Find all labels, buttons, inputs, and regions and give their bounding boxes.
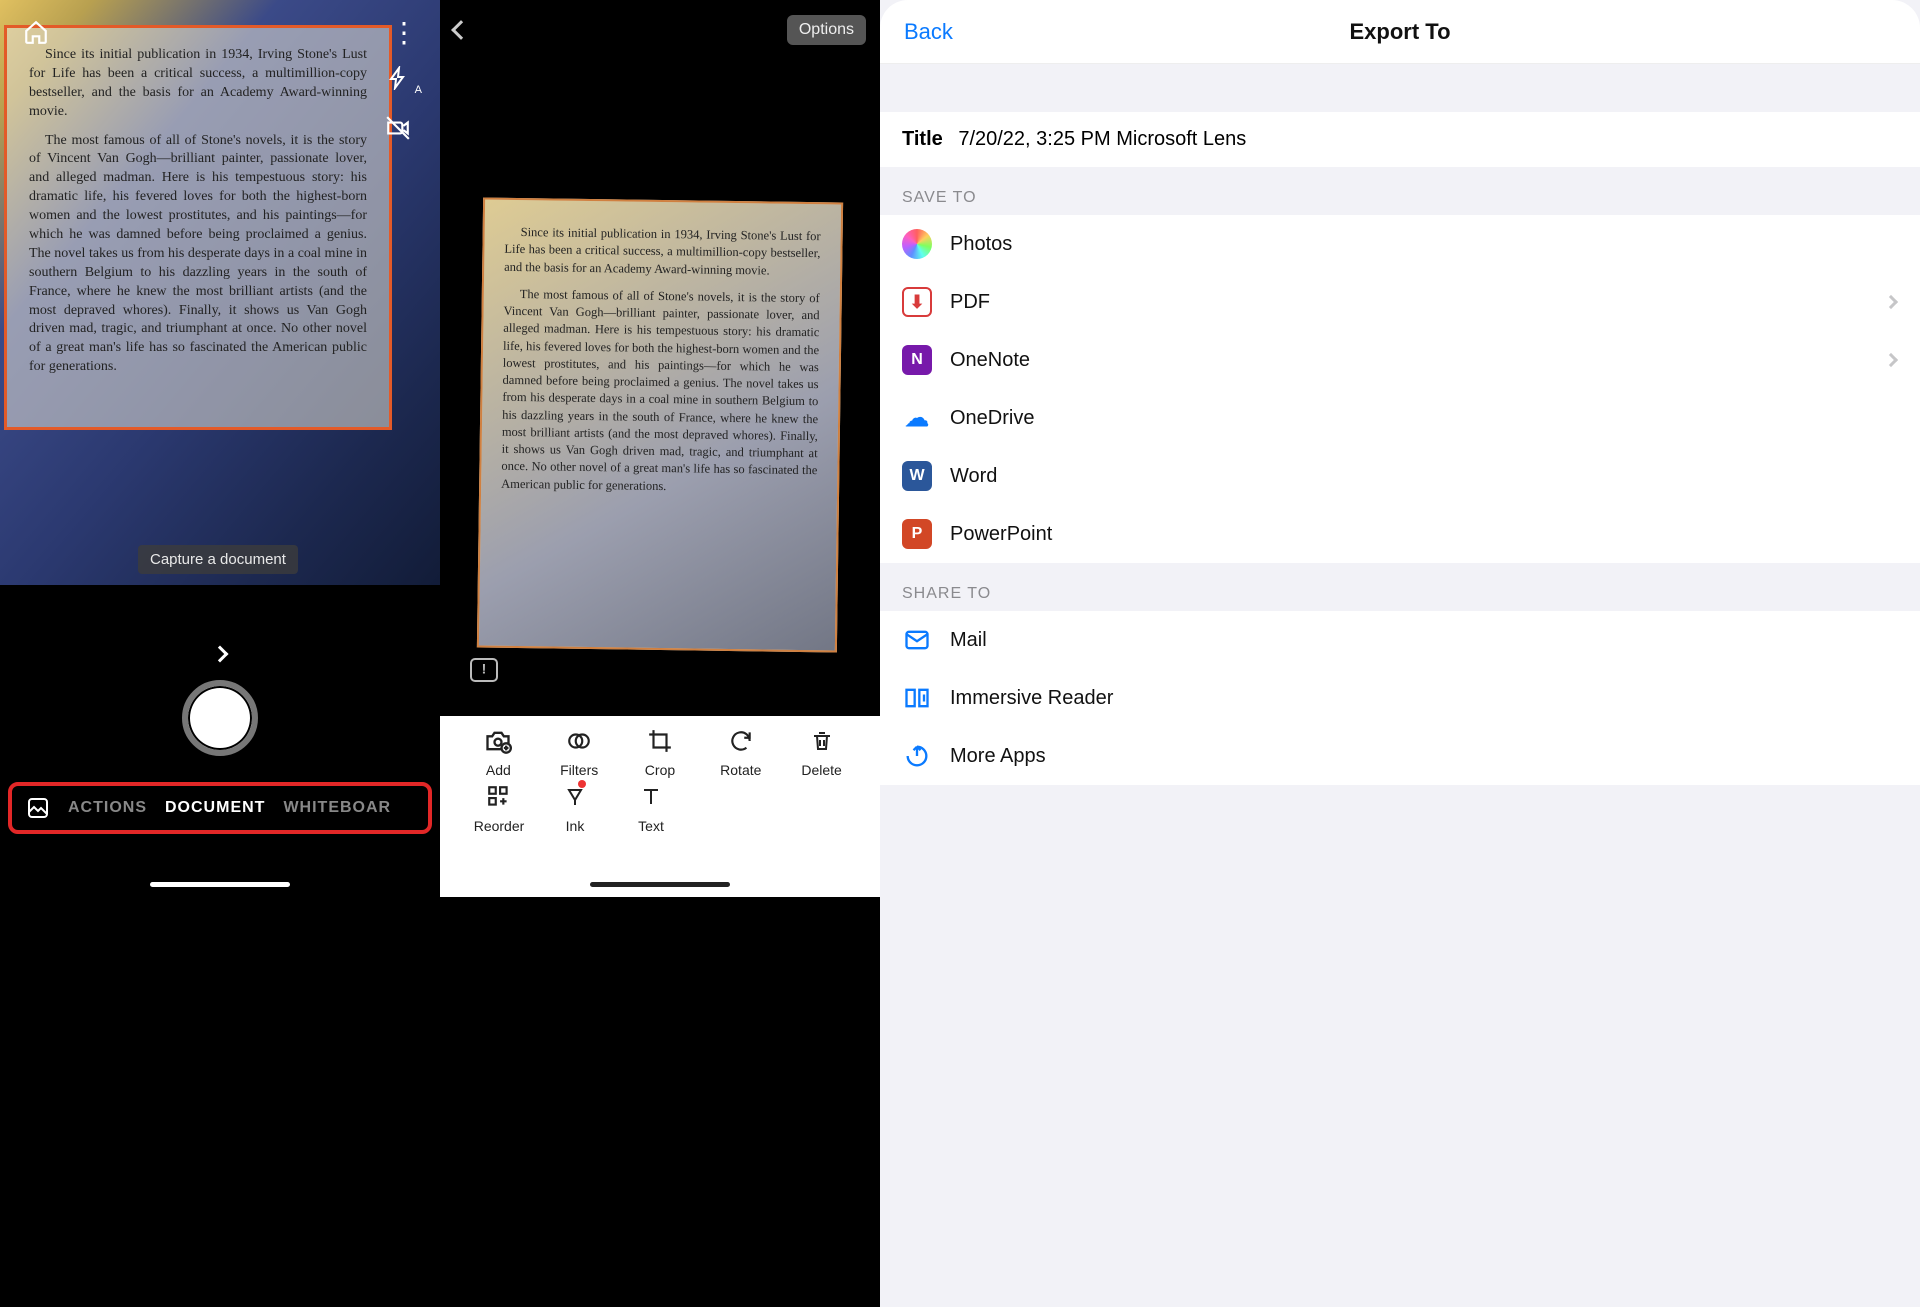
camera-off-icon[interactable]: [382, 112, 414, 144]
tool-add[interactable]: Add: [463, 726, 533, 778]
tool-label: Add: [486, 762, 511, 778]
onenote-icon: N: [902, 345, 932, 375]
mode-actions[interactable]: ACTIONS: [68, 799, 147, 817]
chevron-right-icon: [1884, 353, 1898, 367]
tool-label: Reorder: [474, 818, 525, 834]
camera-preview: Since its initial publication in 1934, I…: [0, 0, 440, 585]
row-label: OneNote: [950, 349, 1030, 372]
capture-mode-bar: ACTIONS DOCUMENT WHITEBOAR: [8, 782, 432, 834]
back-icon[interactable]: [451, 20, 471, 40]
mail-icon: [902, 625, 932, 655]
export-screen: Back Export To Title 7/20/22, 3:25 PM Mi…: [880, 0, 1920, 1307]
tool-filters[interactable]: Filters: [544, 726, 614, 778]
camera-capture-screen: Since its initial publication in 1934, I…: [0, 0, 440, 1307]
row-onenote[interactable]: N OneNote: [880, 331, 1920, 389]
row-word[interactable]: W Word: [880, 447, 1920, 505]
nav-bar: Back Export To: [880, 0, 1920, 64]
mode-document[interactable]: DOCUMENT: [165, 799, 265, 817]
options-button[interactable]: Options: [787, 15, 866, 45]
camera-plus-icon: [483, 726, 513, 756]
chevron-right-icon: [1884, 295, 1898, 309]
photos-icon: [902, 229, 932, 259]
row-powerpoint[interactable]: P PowerPoint: [880, 505, 1920, 563]
scanned-page-preview[interactable]: Since its initial publication in 1934, I…: [477, 198, 843, 653]
tool-label: Crop: [645, 762, 675, 778]
edit-toolbar: Add Filters Crop Rotate Delete Reor: [440, 716, 880, 897]
title-label: Title: [902, 128, 943, 150]
share-to-list: Mail Immersive Reader More Apps: [880, 611, 1920, 785]
text-icon: [636, 782, 666, 812]
tool-text[interactable]: Text: [616, 782, 686, 834]
capture-hint: Capture a document: [138, 545, 298, 574]
chevron-up-icon[interactable]: [212, 646, 229, 663]
tool-label: Delete: [801, 762, 841, 778]
row-label: PowerPoint: [950, 523, 1052, 546]
home-indicator: [150, 882, 290, 887]
row-label: Photos: [950, 233, 1012, 256]
scanned-paragraph-2: The most famous of all of Stone's novels…: [501, 286, 820, 497]
row-label: More Apps: [950, 745, 1046, 768]
row-pdf[interactable]: ⬇ PDF: [880, 273, 1920, 331]
ink-icon: [560, 782, 590, 812]
back-button[interactable]: Back: [904, 19, 953, 45]
mode-whiteboard[interactable]: WHITEBOAR: [283, 799, 391, 817]
flash-icon[interactable]: A: [382, 62, 414, 94]
scanned-paragraph-1: Since its initial publication in 1934, I…: [504, 224, 821, 280]
document-detection-frame: Since its initial publication in 1934, I…: [4, 25, 392, 430]
home-indicator: [590, 882, 730, 887]
immersive-reader-icon: [902, 683, 932, 713]
word-icon: W: [902, 461, 932, 491]
title-value: 7/20/22, 3:25 PM Microsoft Lens: [958, 128, 1246, 150]
row-label: Immersive Reader: [950, 687, 1113, 710]
rotate-icon: [726, 726, 756, 756]
row-label: PDF: [950, 291, 990, 314]
powerpoint-icon: P: [902, 519, 932, 549]
row-photos[interactable]: Photos: [880, 215, 1920, 273]
tool-crop[interactable]: Crop: [625, 726, 695, 778]
share-icon: [902, 741, 932, 771]
section-share-to: SHARE TO: [880, 563, 1920, 611]
tool-delete[interactable]: Delete: [787, 726, 857, 778]
row-mail[interactable]: Mail: [880, 611, 1920, 669]
gallery-icon[interactable]: [26, 796, 50, 820]
row-label: Mail: [950, 629, 987, 652]
row-onedrive[interactable]: ☁ OneDrive: [880, 389, 1920, 447]
section-save-to: SAVE TO: [880, 167, 1920, 215]
row-label: OneDrive: [950, 407, 1034, 430]
shutter-button[interactable]: [182, 680, 258, 756]
crop-icon: [645, 726, 675, 756]
row-label: Word: [950, 465, 997, 488]
tool-rotate[interactable]: Rotate: [706, 726, 776, 778]
tool-ink[interactable]: Ink: [540, 782, 610, 834]
scanned-paragraph-2: The most famous of all of Stone's novels…: [29, 132, 367, 378]
edit-scan-screen: Options Since its initial publication in…: [440, 0, 880, 1307]
save-to-list: Photos ⬇ PDF N OneNote ☁ OneDrive W Word…: [880, 215, 1920, 563]
more-icon[interactable]: ⋮: [388, 16, 420, 48]
filters-icon: [564, 726, 594, 756]
page-title: Export To: [1349, 19, 1450, 45]
reorder-icon: [484, 782, 514, 812]
pdf-icon: ⬇: [902, 287, 932, 317]
row-more-apps[interactable]: More Apps: [880, 727, 1920, 785]
row-immersive-reader[interactable]: Immersive Reader: [880, 669, 1920, 727]
tool-label: Rotate: [720, 762, 761, 778]
onedrive-icon: ☁: [902, 403, 932, 433]
tool-reorder[interactable]: Reorder: [464, 782, 534, 834]
tool-label: Filters: [560, 762, 598, 778]
edit-top-bar: Options: [440, 0, 880, 60]
tool-label: Text: [638, 818, 664, 834]
trash-icon: [807, 726, 837, 756]
home-icon[interactable]: [20, 16, 52, 48]
title-row[interactable]: Title 7/20/22, 3:25 PM Microsoft Lens: [880, 112, 1920, 167]
feedback-icon[interactable]: [470, 658, 498, 682]
scanned-paragraph-1: Since its initial publication in 1934, I…: [29, 46, 367, 122]
tool-label: Ink: [566, 818, 585, 834]
